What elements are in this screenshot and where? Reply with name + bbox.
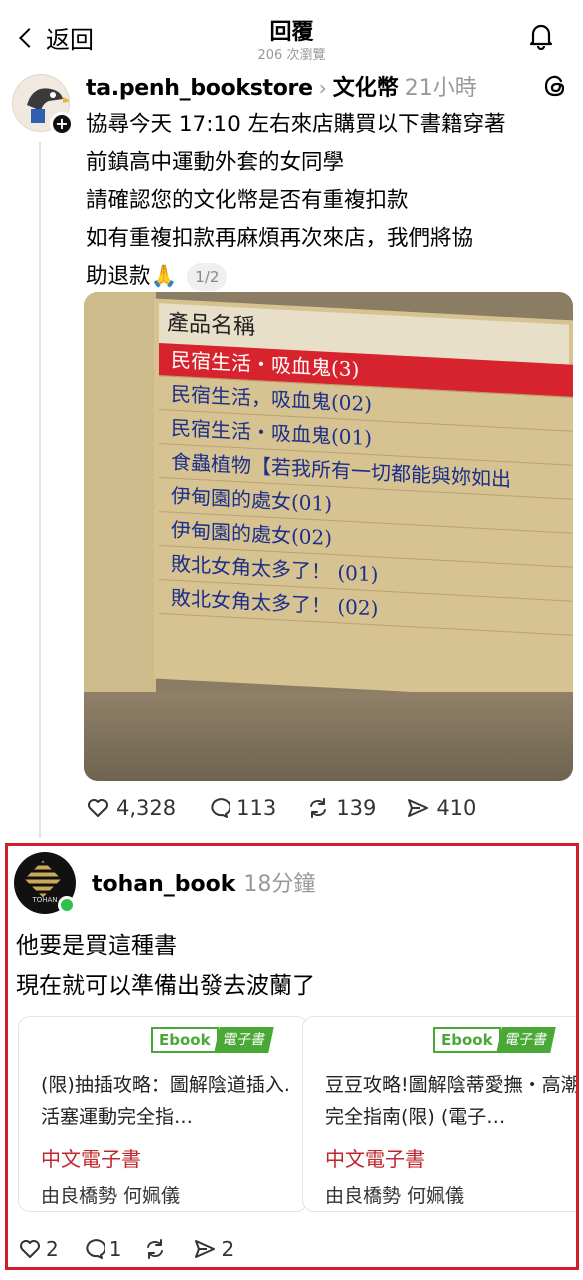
online-status-dot bbox=[58, 896, 76, 914]
image-pager: 1/2 bbox=[187, 263, 228, 291]
share-count: 2 bbox=[221, 1237, 235, 1261]
reply-text: 他要是買這種書 現在就可以準備出發去波蘭了 bbox=[16, 926, 315, 1006]
repost-icon bbox=[147, 1239, 164, 1259]
reply-username[interactable]: tohan_book bbox=[92, 872, 235, 897]
bell-icon[interactable] bbox=[528, 22, 554, 50]
reply-line: 他要是買這種書 bbox=[16, 933, 177, 959]
repost-button[interactable]: 139 bbox=[306, 796, 376, 820]
ebook-title: 豆豆攻略!圖解陰蒂愛撫・高潮完全指南(限) (電子… bbox=[325, 1074, 576, 1128]
comment-icon bbox=[211, 798, 231, 818]
ebook-badge-zh: 電子書 bbox=[495, 1027, 556, 1053]
reply-header: tohan_book 18分鐘 bbox=[92, 866, 315, 898]
like-button[interactable]: 4,328 bbox=[86, 796, 176, 820]
image-background bbox=[84, 292, 156, 692]
repost-button[interactable] bbox=[143, 1237, 171, 1261]
comment-count: 1 bbox=[108, 1237, 122, 1261]
post-line: 協尋今天 17:10 左右來店購買以下書籍穿著 bbox=[86, 112, 506, 137]
thread-line bbox=[39, 142, 41, 838]
post-image[interactable]: 產品名稱 民宿生活・吸血鬼(3) 民宿生活，吸血鬼(02) 民宿生活・吸血鬼(0… bbox=[84, 292, 573, 781]
like-count: 4,328 bbox=[116, 796, 177, 820]
tohan-logo-icon bbox=[24, 860, 62, 898]
follow-button[interactable]: + bbox=[50, 112, 74, 136]
ebook-badge-en: Ebook bbox=[433, 1027, 501, 1053]
comment-count: 113 bbox=[236, 796, 277, 820]
like-count: 2 bbox=[46, 1237, 59, 1261]
chevron-right-icon: › bbox=[318, 76, 327, 100]
post-header: ta.penh_bookstore › 文化幣 21小時 bbox=[86, 70, 477, 102]
threads-logo-icon bbox=[544, 75, 565, 97]
ebook-card[interactable]: Ebook 電子書 豆豆攻略!圖解陰蒂愛撫・高潮完全指南(限) (電子… 中文電… bbox=[302, 1016, 576, 1212]
image-background bbox=[84, 692, 573, 781]
post-text: 協尋今天 17:10 左右來店購買以下書籍穿著 前鎮高中運動外套的女同學 請確認… bbox=[86, 106, 576, 296]
share-button[interactable]: 2 bbox=[193, 1237, 234, 1261]
comment-button[interactable]: 113 bbox=[206, 796, 276, 820]
share-icon bbox=[408, 799, 429, 817]
ebook-category: 中文電子書 bbox=[325, 1147, 425, 1171]
share-count: 410 bbox=[436, 796, 477, 820]
comment-button[interactable]: 1 bbox=[81, 1237, 122, 1261]
post-line: 助退款🙏 bbox=[86, 264, 178, 289]
reply-line: 現在就可以準備出發去波蘭了 bbox=[16, 973, 315, 999]
heart-icon bbox=[20, 1240, 40, 1258]
page-title: 回覆 bbox=[269, 20, 314, 45]
repost-icon bbox=[310, 798, 327, 818]
ebook-author: 由良橋勢 何姵儀 bbox=[41, 1185, 181, 1207]
like-button[interactable]: 2 bbox=[18, 1237, 59, 1261]
reply-actions: 2 1 2 bbox=[18, 1237, 256, 1261]
ebook-badge: Ebook 電子書 bbox=[433, 1027, 556, 1055]
comment-icon bbox=[86, 1239, 105, 1259]
post-topic-tag[interactable]: 文化幣 bbox=[333, 70, 399, 102]
ebook-category: 中文電子書 bbox=[41, 1147, 141, 1171]
share-icon bbox=[195, 1240, 216, 1258]
ebook-author: 由良橋勢 何姵儀 bbox=[325, 1185, 465, 1207]
post-line: 請確認您的文化幣是否有重複扣款 bbox=[86, 188, 409, 213]
ebook-carousel[interactable]: Ebook 電子書 (限)抽插攻略：圖解陰道插入.活塞運動完全指… 中文電子書 … bbox=[18, 1016, 576, 1220]
post-username[interactable]: ta.penh_bookstore bbox=[86, 76, 313, 101]
top-bar: 返回 回覆 206 次瀏覽 bbox=[0, 0, 583, 66]
post-line: 前鎮高中運動外套的女同學 bbox=[86, 150, 345, 175]
post-actions: 4,328 113 139 410 bbox=[86, 796, 506, 820]
ebook-card[interactable]: Ebook 電子書 (限)抽插攻略：圖解陰道插入.活塞運動完全指… 中文電子書 … bbox=[18, 1016, 308, 1212]
post-line: 如有重複扣款再麻煩再次來店，我們將協 bbox=[86, 226, 474, 251]
ebook-badge: Ebook 電子書 bbox=[151, 1027, 274, 1055]
ebook-badge-en: Ebook bbox=[151, 1027, 219, 1053]
repost-count: 139 bbox=[336, 796, 377, 820]
heart-icon bbox=[88, 799, 108, 817]
post-time: 21小時 bbox=[404, 76, 477, 101]
share-button[interactable]: 410 bbox=[406, 796, 476, 820]
reply-time: 18分鐘 bbox=[243, 872, 316, 897]
ebook-badge-zh: 電子書 bbox=[213, 1027, 274, 1053]
view-count: 206 次瀏覽 bbox=[257, 48, 326, 63]
ebook-title: (限)抽插攻略：圖解陰道插入.活塞運動完全指… bbox=[41, 1074, 290, 1128]
